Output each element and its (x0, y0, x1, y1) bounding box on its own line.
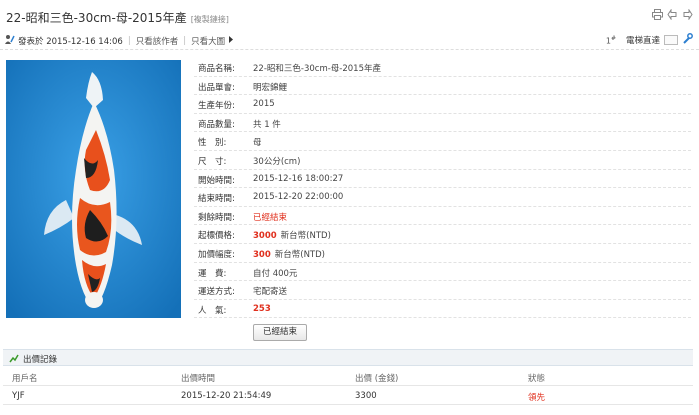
info-label: 剩餘時間: (198, 212, 235, 223)
post-meta-bar: 發表於 2015-12-16 14:06 | 只看該作者 | 只看大圖 1# 電… (0, 30, 699, 50)
info-label: 尺 寸: (198, 156, 227, 167)
bid-time: 2015-12-20 21:54:49 (181, 391, 272, 401)
end-time-value: 2015-12-20 22:00:00 (253, 192, 344, 203)
remaining-time-value: 已經結束 (253, 212, 288, 223)
bid-table-header: 用戶名 出價時間 出價 (金錢) 狀態 (3, 368, 693, 386)
bid-user[interactable]: YJF (12, 391, 25, 401)
wrench-icon[interactable] (682, 33, 693, 47)
shipping-fee-value: 自付 400元 (253, 268, 298, 279)
info-row-start-time: 開始時間: 2015-12-16 18:00:27 (194, 170, 691, 189)
direct-floor-input[interactable] (664, 35, 678, 45)
info-label: 性 別: (198, 138, 227, 149)
info-row-year: 生產年份: 2015 (194, 95, 691, 114)
only-author-link[interactable]: 只看該作者 (136, 35, 179, 47)
column-header-time: 出價時間 (181, 374, 216, 384)
thread-title-text: 22-昭和三色-30cm-母-2015年產 (6, 11, 187, 25)
gender-value: 母 (253, 138, 262, 149)
floor-number: 1# (605, 34, 616, 46)
start-time-value: 2015-12-16 18:00:27 (253, 173, 344, 184)
copy-link[interactable]: [複製鏈接] (191, 15, 229, 24)
post-date: 發表於 2015-12-16 14:06 (18, 37, 123, 47)
direct-floor-label: 電梯直達 (625, 36, 660, 46)
bid-record-header: 出價記錄 (3, 349, 693, 366)
size-value: 30公分(cm) (253, 156, 301, 167)
column-header-user: 用戶名 (12, 374, 38, 384)
start-price-value: 3000 (253, 231, 277, 242)
info-label: 運送方式: (198, 287, 235, 298)
info-row-size: 尺 寸: 30公分(cm) (194, 151, 691, 170)
shipping-method-value: 宅配寄送 (253, 287, 288, 298)
increment-value: 300 (253, 249, 271, 260)
info-label: 商品數量: (198, 119, 235, 130)
info-row-remaining: 剩餘時間: 已經結束 (194, 207, 691, 226)
info-row-end-time: 結束時間: 2015-12-20 22:00:00 (194, 188, 691, 207)
bid-status: 領先 (528, 393, 546, 403)
next-icon[interactable] (682, 9, 693, 20)
info-label: 商品名稱: (198, 64, 235, 74)
year-value: 2015 (253, 99, 275, 110)
thread-title-bar: 22-昭和三色-30cm-母-2015年產 [複製鏈接] (0, 0, 699, 30)
column-header-status: 狀態 (528, 374, 546, 384)
author-icon (4, 34, 15, 48)
popularity-value: 253 (253, 303, 271, 314)
prev-icon[interactable] (667, 9, 678, 20)
table-row: YJF 2015-12-20 21:54:49 3300 領先 (3, 387, 693, 405)
info-label: 起標價格: (198, 231, 235, 242)
column-header-amount: 出價 (金錢) (355, 374, 399, 384)
auction-info-table: 商品名稱: 22-昭和三色-30cm-母-2015年產 出品單會: 明宏錦鯉 生… (194, 58, 691, 319)
info-label: 開始時間: (198, 175, 235, 186)
info-row-increment: 加價幅度: 300 新台幣(NTD) (194, 244, 691, 263)
print-icon[interactable] (652, 9, 663, 20)
info-label: 運 費: (198, 268, 227, 279)
bid-record-title: 出價記錄 (23, 355, 58, 365)
info-label: 結束時間: (198, 194, 235, 205)
info-row-popularity: 人 氣: 253 (194, 300, 691, 319)
auction-ended-button[interactable]: 已經結束 (253, 324, 307, 341)
currency-unit: 新台幣(NTD) (274, 249, 325, 260)
currency-unit: 新台幣(NTD) (280, 231, 331, 242)
bid-amount: 3300 (355, 391, 377, 401)
seller-value: 明宏錦鯉 (253, 82, 288, 93)
info-row-shipping-method: 運送方式: 宅配寄送 (194, 281, 691, 300)
info-row-seller: 出品單會: 明宏錦鯉 (194, 77, 691, 96)
quantity-value: 共 1 件 (253, 119, 281, 130)
thread-title: 22-昭和三色-30cm-母-2015年產 [複製鏈接] (6, 9, 229, 26)
chart-icon (9, 353, 19, 366)
arrow-right-icon (228, 36, 234, 46)
info-label: 出品單會: (198, 82, 235, 93)
product-name-value: 22-昭和三色-30cm-母-2015年產 (253, 64, 381, 74)
info-label: 加價幅度: (198, 249, 235, 260)
info-row-start-price: 起標價格: 3000 新台幣(NTD) (194, 225, 691, 244)
info-row-gender: 性 別: 母 (194, 132, 691, 151)
koi-photo[interactable] (6, 60, 181, 318)
info-label: 人 氣: (198, 305, 227, 316)
info-row-product-name: 商品名稱: 22-昭和三色-30cm-母-2015年產 (194, 58, 691, 77)
info-label: 生產年份: (198, 101, 235, 112)
info-row-shipping-fee: 運 費: 自付 400元 (194, 263, 691, 282)
only-images-link[interactable]: 只看大圖 (191, 35, 225, 47)
info-row-quantity: 商品數量: 共 1 件 (194, 114, 691, 133)
